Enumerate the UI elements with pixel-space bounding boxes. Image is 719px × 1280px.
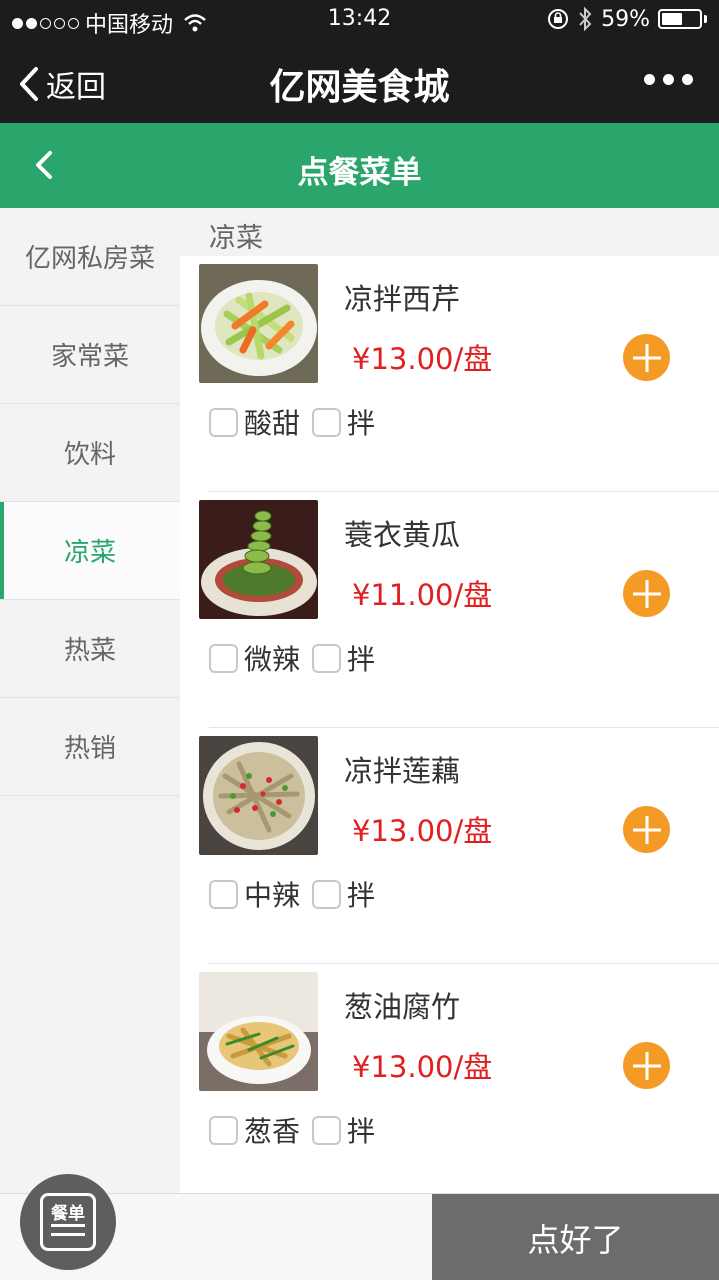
category-label: 亿网私房菜	[24, 244, 155, 274]
order-list-icon: 餐单	[40, 1193, 96, 1251]
option-checkbox[interactable]: 拌	[312, 1110, 375, 1150]
option-label: 拌	[347, 643, 376, 676]
dish-price: ¥11.00/盘	[352, 578, 493, 612]
page-title: 点餐菜单	[297, 155, 422, 191]
add-to-order-button[interactable]	[623, 1042, 670, 1089]
category-item-cold-dishes[interactable]: 凉菜	[0, 502, 180, 600]
status-bar: 中国移动 13:42 59%	[0, 0, 719, 40]
option-label: 酸甜	[244, 407, 301, 440]
option-label: 中辣	[244, 879, 301, 912]
add-to-order-button[interactable]	[623, 334, 670, 381]
dish-options: 葱香 拌	[209, 1110, 387, 1150]
checkbox-icon	[312, 407, 342, 437]
option-checkbox[interactable]: 拌	[312, 874, 375, 914]
dish-image-tofu-skin	[199, 972, 318, 1091]
option-checkbox[interactable]: 酸甜	[209, 402, 300, 442]
checkbox-icon	[209, 879, 238, 909]
app-title: 亿网美食城	[269, 67, 450, 108]
dish-item: 蓑衣黄瓜 ¥11.00/盘 微辣 拌	[180, 492, 719, 728]
dish-list[interactable]: 凉菜 凉拌西芹 ¥13.00/盘 酸甜 拌 蓑衣黄瓜 ¥11.00/盘 微辣 拌…	[180, 208, 719, 1193]
category-item-drinks[interactable]: 饮料	[0, 404, 180, 502]
dish-item: 凉拌西芹 ¥13.00/盘 酸甜 拌	[180, 256, 719, 492]
category-label: 热菜	[63, 636, 116, 666]
dish-options: 酸甜 拌	[209, 402, 387, 442]
dish-name: 凉拌莲藕	[344, 754, 461, 788]
category-label: 热销	[63, 734, 116, 764]
option-label: 拌	[347, 879, 376, 912]
dish-image-cucumber	[199, 500, 318, 619]
dish-price: ¥13.00/盘	[352, 342, 493, 376]
battery-icon	[658, 9, 702, 29]
checkbox-icon	[312, 643, 342, 673]
more-dot-icon	[682, 74, 693, 85]
order-list-lines	[51, 1224, 85, 1242]
checkbox-icon	[209, 1115, 238, 1145]
more-dot-icon	[663, 74, 674, 85]
nav-bar: 返回 亿网美食城	[0, 40, 719, 123]
battery-tip	[704, 15, 707, 23]
more-options-button[interactable]	[644, 74, 693, 85]
order-done-button[interactable]: 点好了	[432, 1194, 719, 1280]
page-header: 点餐菜单	[0, 123, 719, 208]
section-title: 凉菜	[180, 208, 719, 256]
dish-name: 凉拌西芹	[344, 282, 461, 316]
option-checkbox[interactable]: 拌	[312, 402, 375, 442]
category-label: 饮料	[63, 440, 116, 470]
option-checkbox[interactable]: 微辣	[209, 638, 300, 678]
option-checkbox[interactable]: 葱香	[209, 1110, 300, 1150]
order-list-button[interactable]: 餐单	[20, 1174, 116, 1270]
dish-item: 凉拌莲藕 ¥13.00/盘 中辣 拌	[180, 728, 719, 964]
dish-name: 葱油腐竹	[344, 990, 461, 1024]
dish-name: 蓑衣黄瓜	[344, 518, 461, 552]
category-sidebar: 亿网私房菜 家常菜 饮料 凉菜 热菜 热销	[0, 208, 180, 1193]
rotation-lock-icon	[548, 9, 569, 29]
category-label: 家常菜	[50, 342, 129, 372]
order-done-label: 点好了	[527, 1220, 624, 1259]
category-item-private-dishes[interactable]: 亿网私房菜	[0, 208, 180, 306]
add-to-order-button[interactable]	[623, 570, 670, 617]
dish-image-lotus-root	[199, 736, 318, 855]
order-list-icon-label: 餐单	[51, 1204, 85, 1224]
battery-percent: 59%	[601, 6, 650, 32]
more-dot-icon	[644, 74, 655, 85]
category-item-hot-dishes[interactable]: 热菜	[0, 600, 180, 698]
status-right: 59%	[547, 6, 707, 32]
dish-options: 微辣 拌	[209, 638, 387, 678]
checkbox-icon	[209, 407, 238, 437]
dish-price: ¥13.00/盘	[352, 814, 493, 848]
option-label: 葱香	[244, 1115, 301, 1148]
checkbox-icon	[209, 643, 238, 673]
option-label: 拌	[347, 1115, 376, 1148]
bluetooth-icon	[579, 6, 592, 32]
option-label: 拌	[347, 407, 376, 440]
category-item-home-style[interactable]: 家常菜	[0, 306, 180, 404]
option-checkbox[interactable]: 拌	[312, 638, 375, 678]
dish-price: ¥13.00/盘	[352, 1050, 493, 1084]
checkbox-icon	[312, 1115, 342, 1145]
checkbox-icon	[312, 879, 342, 909]
add-to-order-button[interactable]	[623, 806, 670, 853]
option-label: 微辣	[244, 643, 301, 676]
option-checkbox[interactable]: 中辣	[209, 874, 300, 914]
dish-options: 中辣 拌	[209, 874, 387, 914]
battery-level	[662, 13, 682, 25]
dish-image-celery	[199, 264, 318, 383]
dish-item: 葱油腐竹 ¥13.00/盘 葱香 拌	[180, 964, 719, 1193]
category-label: 凉菜	[63, 538, 116, 568]
category-item-best-sellers[interactable]: 热销	[0, 698, 180, 796]
